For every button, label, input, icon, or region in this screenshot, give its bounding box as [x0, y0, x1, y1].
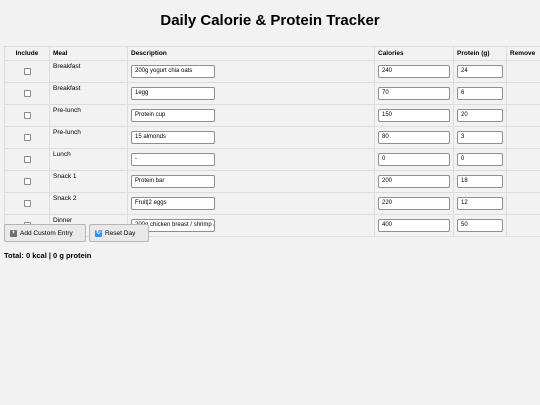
remove-cell [506, 214, 540, 237]
remove-cell [506, 170, 540, 193]
plus-icon: + [10, 229, 17, 237]
meal-cell: Pre-lunch [49, 104, 128, 127]
description-input[interactable]: Fruit|2 eggs [131, 197, 215, 210]
reset-day-button[interactable]: ↻ Reset Day [89, 224, 149, 242]
header-meal: Meal [49, 46, 128, 61]
remove-cell [506, 104, 540, 127]
remove-cell [506, 60, 540, 83]
calories-input[interactable]: 150 [378, 109, 450, 122]
protein-input[interactable]: 50 [457, 219, 503, 232]
total-summary: Total: 0 kcal | 0 g protein [4, 251, 92, 260]
meal-cell: Snack 1 [49, 170, 128, 193]
protein-input[interactable]: 6 [457, 87, 503, 100]
tracker-table: Include Meal Description Calories Protei… [4, 46, 540, 237]
table-row: Lunch - 0 0 [4, 148, 540, 171]
description-input[interactable]: 15 almonds [131, 131, 215, 144]
protein-input[interactable]: 3 [457, 131, 503, 144]
meal-cell: Pre-lunch [49, 126, 128, 149]
header-description: Description [127, 46, 375, 61]
protein-input[interactable]: 12 [457, 197, 503, 210]
include-checkbox[interactable] [23, 177, 31, 185]
description-input[interactable]: Protein bar [131, 175, 215, 188]
table-row: Pre-lunch Protein cup 150 20 [4, 104, 540, 127]
meal-cell: Breakfast [49, 60, 128, 83]
table-row: Breakfast 1egg 70 6 [4, 82, 540, 105]
meal-cell: Lunch [49, 148, 128, 171]
header-calories: Calories [374, 46, 454, 61]
calories-input[interactable]: 240 [378, 65, 450, 78]
table-row: Snack 2 Fruit|2 eggs 220 12 [4, 192, 540, 215]
include-checkbox[interactable] [23, 155, 31, 163]
add-custom-entry-button[interactable]: + Add Custom Entry [4, 224, 86, 242]
calories-input[interactable]: 0 [378, 153, 450, 166]
protein-input[interactable]: 0 [457, 153, 503, 166]
protein-input[interactable]: 18 [457, 175, 503, 188]
table-header-row: Include Meal Description Calories Protei… [4, 46, 540, 61]
table-row: Pre-lunch 15 almonds 80 3 [4, 126, 540, 149]
reset-icon: ↻ [95, 229, 102, 237]
calories-input[interactable]: 200 [378, 175, 450, 188]
table-row: Breakfast 200g yogurt chia oats 240 24 [4, 60, 540, 83]
header-include: Include [4, 46, 50, 61]
header-protein: Protein (g) [453, 46, 507, 61]
include-checkbox[interactable] [23, 133, 31, 141]
include-checkbox[interactable] [23, 67, 31, 75]
remove-cell [506, 126, 540, 149]
calories-input[interactable]: 220 [378, 197, 450, 210]
include-checkbox[interactable] [23, 89, 31, 97]
remove-cell [506, 148, 540, 171]
remove-cell [506, 82, 540, 105]
add-custom-entry-label: Add Custom Entry [20, 229, 73, 237]
protein-input[interactable]: 20 [457, 109, 503, 122]
description-input[interactable]: 200g yogurt chia oats [131, 65, 215, 78]
include-checkbox[interactable] [23, 111, 31, 119]
meal-cell: Snack 2 [49, 192, 128, 215]
description-input[interactable]: Protein cup [131, 109, 215, 122]
meal-cell: Breakfast [49, 82, 128, 105]
calories-input[interactable]: 400 [378, 219, 450, 232]
table-body: Breakfast 200g yogurt chia oats 240 24 B… [4, 60, 540, 237]
protein-input[interactable]: 24 [457, 65, 503, 78]
description-input[interactable]: - [131, 153, 215, 166]
header-remove: Remove [506, 46, 540, 61]
calories-input[interactable]: 70 [378, 87, 450, 100]
page-title: Daily Calorie & Protein Tracker [160, 12, 380, 29]
include-checkbox[interactable] [23, 199, 31, 207]
description-input[interactable]: 1egg [131, 87, 215, 100]
reset-day-label: Reset Day [105, 229, 136, 237]
calories-input[interactable]: 80 [378, 131, 450, 144]
table-row: Snack 1 Protein bar 200 18 [4, 170, 540, 193]
remove-cell [506, 192, 540, 215]
